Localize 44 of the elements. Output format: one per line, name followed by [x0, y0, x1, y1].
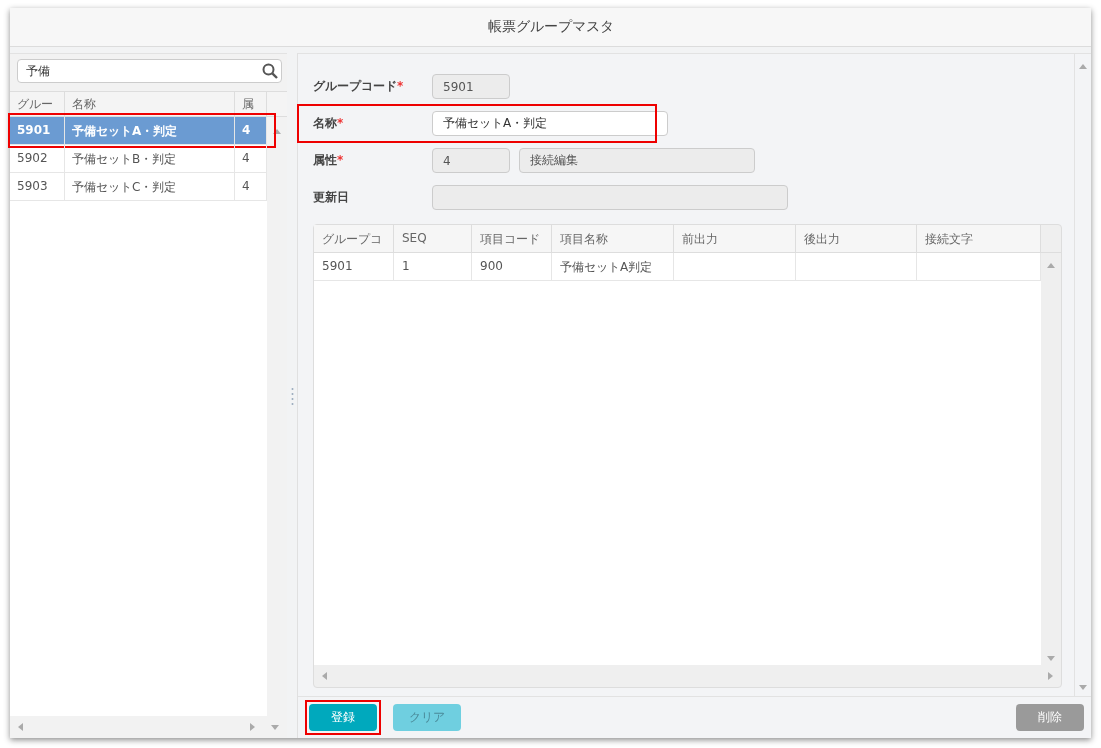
column-header[interactable]: 項目コード	[472, 225, 552, 252]
scroll-down-icon[interactable]	[1079, 685, 1087, 690]
field-label: 名称*	[313, 115, 345, 132]
column-header[interactable]: 属	[235, 92, 267, 116]
table-cell: 予備セットA・判定	[65, 117, 235, 144]
table-cell: 900	[472, 253, 552, 280]
table-cell: 予備セットB・判定	[65, 145, 235, 172]
table-cell: 5901	[10, 117, 65, 144]
window-title: 帳票グループマスタ	[487, 18, 614, 36]
table-cell: 5903	[10, 173, 65, 200]
scroll-right-icon[interactable]	[1048, 672, 1053, 680]
column-header[interactable]: 接続文字	[917, 225, 1041, 252]
scroll-up-icon[interactable]	[1079, 64, 1087, 69]
table-cell: 5901	[314, 253, 394, 280]
table-cell: 予備セットA判定	[552, 253, 674, 280]
splitter-handle-icon[interactable]	[290, 386, 294, 405]
field-label: グループコード*	[313, 78, 405, 95]
input-field[interactable]: 予備セットA・判定	[432, 111, 668, 136]
column-header[interactable]: グループコ	[314, 225, 394, 252]
scroll-right-icon[interactable]	[250, 723, 255, 731]
field-label: 属性*	[313, 152, 345, 169]
scroll-up-icon[interactable]	[273, 129, 281, 134]
column-header[interactable]: グルー	[10, 92, 65, 116]
column-header[interactable]: 後出力	[796, 225, 917, 252]
search-icon[interactable]	[262, 63, 278, 79]
scroll-left-icon[interactable]	[322, 672, 327, 680]
column-header[interactable]: 名称	[65, 92, 235, 116]
scroll-left-icon[interactable]	[18, 723, 23, 731]
table-cell: 予備セットC・判定	[65, 173, 235, 200]
column-header[interactable]: 項目名称	[552, 225, 674, 252]
scroll-down-icon[interactable]	[271, 724, 279, 730]
table-cell: 4	[235, 173, 267, 200]
field-label: 更新日	[313, 189, 350, 206]
column-header[interactable]: 前出力	[674, 225, 796, 252]
list-row[interactable]: 5902 予備セットB・判定 4	[10, 145, 267, 173]
table-cell: 4	[235, 117, 267, 144]
scroll-up-icon[interactable]	[1047, 263, 1055, 268]
table-cell: 4	[235, 145, 267, 172]
table-cell: 1	[394, 253, 472, 280]
list-row[interactable]: 5903 予備セットC・判定 4	[10, 173, 267, 201]
search-field[interactable]: 予備	[17, 59, 282, 83]
table-cell: 5902	[10, 145, 65, 172]
column-header[interactable]: SEQ	[394, 225, 472, 252]
scroll-down-icon[interactable]	[1047, 656, 1055, 661]
